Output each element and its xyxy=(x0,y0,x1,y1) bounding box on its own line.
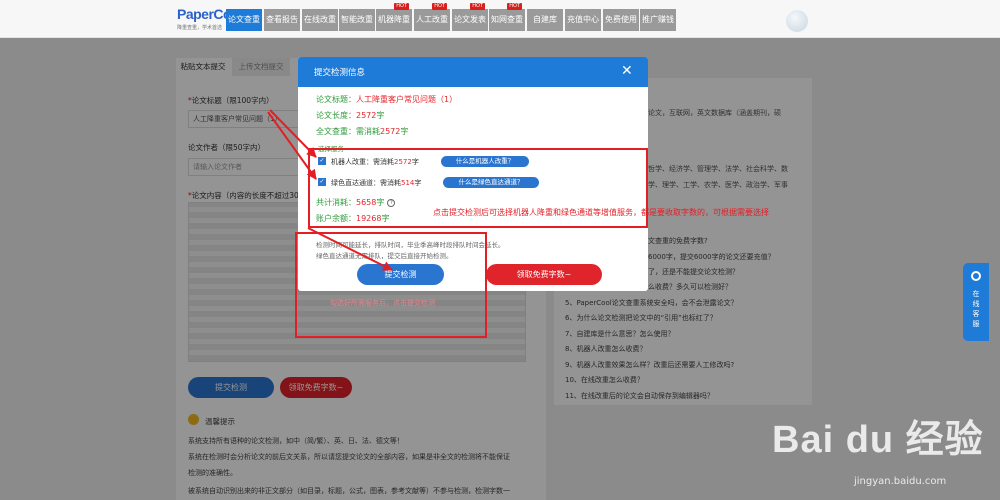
nav-item-label: 论文查重 xyxy=(228,15,260,24)
top-navigation-bar: PaperCool 降重查重，学术首选 论文查重 查看报告 在线改重 智能改重 机器降重… xyxy=(0,0,1000,38)
nav-item-label: 充值中心 xyxy=(567,15,599,24)
nav-item[interactable]: 机器降重 HOT xyxy=(376,3,412,31)
nav-item-label: 推广赚钱 xyxy=(642,15,674,24)
nav-item[interactable]: 论文查重 xyxy=(226,9,262,31)
nav-item-label: 论文发表 xyxy=(454,15,486,24)
modal-header: 提交检测信息 ✕ xyxy=(298,57,648,87)
nav-item-label: 智能改重 xyxy=(341,15,373,24)
hot-badge: HOT xyxy=(394,3,409,10)
user-avatar[interactable] xyxy=(786,10,808,32)
hot-badge: HOT xyxy=(507,3,522,10)
nav-item[interactable]: 充值中心 xyxy=(565,9,601,31)
logo-subtitle: 降重查重，学术首选 xyxy=(177,25,223,31)
nav-item[interactable]: 人工改重 HOT xyxy=(414,3,450,31)
annotation-text: 点击提交检测后可选择机器人降重和绿色通道等增值服务，都是要收取字数的，可根据需要… xyxy=(433,208,769,217)
watermark-logo: Bai du 经验 xyxy=(772,419,984,461)
nav-item-label: 机器降重 xyxy=(378,15,410,24)
annotation-box-submit xyxy=(295,232,487,338)
watermark-url: jingyan.baidu.com xyxy=(854,476,947,487)
nav-item[interactable]: 在线改重 xyxy=(302,9,338,31)
online-service-widget[interactable]: 在线客服 xyxy=(963,263,989,341)
hot-badge: HOT xyxy=(470,3,485,10)
nav-item[interactable]: 查看报告 xyxy=(264,9,300,31)
papercool-logo[interactable]: PaperCool 降重查重，学术首选 xyxy=(177,6,243,32)
hot-badge: HOT xyxy=(432,3,447,10)
full-check-row: 全文查重：需消耗2572字 xyxy=(316,127,409,136)
nav-item-label: 免费使用 xyxy=(605,15,637,24)
baidu-jingyan-watermark: Bai du 经验 jingyan.baidu.com xyxy=(772,408,1000,500)
nav-item[interactable]: 智能改重 xyxy=(339,9,375,31)
nav-item-label: 在线改重 xyxy=(304,15,336,24)
nav-item[interactable]: 知网查重 HOT xyxy=(489,3,525,31)
annotation-faint-text: 勾选好所需服务后，点击提交检测 xyxy=(330,299,435,307)
nav-item-label: 查看报告 xyxy=(266,15,298,24)
paper-length-row: 论文长度：2572字 xyxy=(316,111,385,120)
nav-item[interactable]: 推广赚钱 xyxy=(640,9,676,31)
modal-get-free-words-button[interactable]: 领取免费字数~ xyxy=(486,264,602,285)
nav-item[interactable]: 论文发表 HOT xyxy=(452,3,488,31)
chat-bubble-icon xyxy=(971,271,981,281)
modal-title: 提交检测信息 xyxy=(314,68,366,78)
nav-item[interactable]: 自建库 xyxy=(527,9,563,31)
close-icon[interactable]: ✕ xyxy=(621,64,633,78)
nav-item-label: 人工改重 xyxy=(416,15,448,24)
nav-item-label: 自建库 xyxy=(533,15,557,24)
paper-title-row: 论文标题：人工降重客户常见问题（1） xyxy=(316,95,458,104)
online-service-label: 在线客服 xyxy=(972,290,980,328)
nav-item-label: 知网查重 xyxy=(491,15,523,24)
nav-item[interactable]: 免费使用 xyxy=(603,9,639,31)
